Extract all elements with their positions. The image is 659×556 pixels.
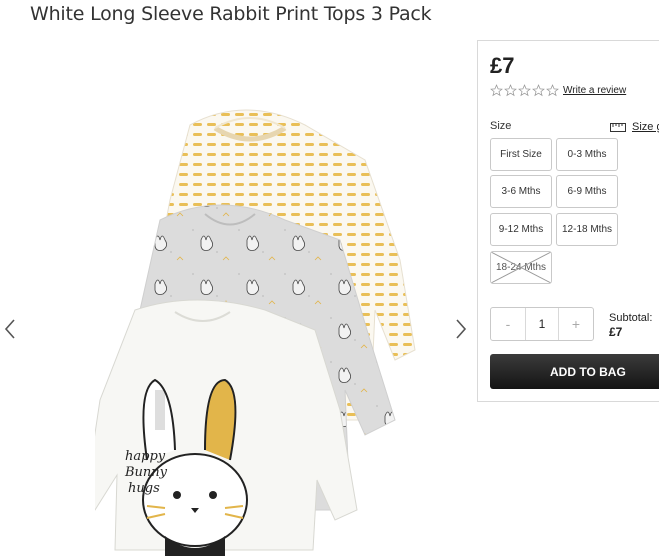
size-option-first-size[interactable]: First Size	[490, 138, 552, 171]
add-to-bag-button[interactable]: ADD TO BAG	[490, 354, 659, 389]
image-text-hugs: hugs	[128, 481, 160, 496]
star-icon	[546, 84, 559, 97]
image-text-bunny: Bunny	[124, 465, 168, 480]
quantity-increase-button[interactable]: +	[559, 308, 593, 340]
size-label: Size	[490, 120, 512, 132]
size-option-0-3-mths[interactable]: 0-3 Mths	[556, 138, 618, 171]
size-option-12-18-mths[interactable]: 12-18 Mths	[556, 213, 618, 246]
product-price: £7	[490, 53, 515, 78]
star-icon	[504, 84, 517, 97]
size-option-3-6-mths[interactable]: 3-6 Mths	[490, 175, 552, 208]
size-option-label: 18-24 Mths	[495, 262, 547, 273]
size-guide-label: Size guide	[632, 121, 659, 133]
star-rating[interactable]	[490, 84, 559, 97]
product-gallery: happy Bunny hugs	[0, 40, 475, 556]
subtotal-amount: £7	[609, 325, 623, 339]
chevron-left-icon[interactable]	[3, 318, 19, 340]
size-option-9-12-mths[interactable]: 9-12 Mths	[490, 213, 552, 246]
purchase-panel: £7 Write a review Size Size guide First …	[477, 40, 659, 402]
size-option-6-9-mths[interactable]: 6-9 Mths	[556, 175, 618, 208]
product-page: White Long Sleeve Rabbit Print Tops 3 Pa…	[0, 0, 659, 556]
size-guide-link[interactable]: Size guide	[610, 121, 659, 133]
product-image[interactable]: happy Bunny hugs	[95, 90, 455, 556]
product-title: White Long Sleeve Rabbit Print Tops 3 Pa…	[30, 3, 432, 25]
star-icon	[518, 84, 531, 97]
subtotal: Subtotal: £7	[609, 311, 652, 339]
quantity-stepper: - 1 +	[490, 307, 594, 341]
subtotal-label: Subtotal:	[609, 312, 653, 324]
white-bunny-top	[95, 299, 358, 556]
size-option-18-24-mths[interactable]: 18-24 Mths	[490, 251, 552, 284]
star-icon	[490, 84, 503, 97]
star-icon	[532, 84, 545, 97]
rating-row: Write a review	[490, 84, 626, 97]
write-review-link[interactable]: Write a review	[563, 85, 626, 96]
image-text-happy: happy	[125, 449, 166, 464]
ruler-icon	[610, 122, 626, 132]
quantity-decrease-button[interactable]: -	[491, 308, 525, 340]
quantity-input[interactable]: 1	[525, 308, 559, 340]
